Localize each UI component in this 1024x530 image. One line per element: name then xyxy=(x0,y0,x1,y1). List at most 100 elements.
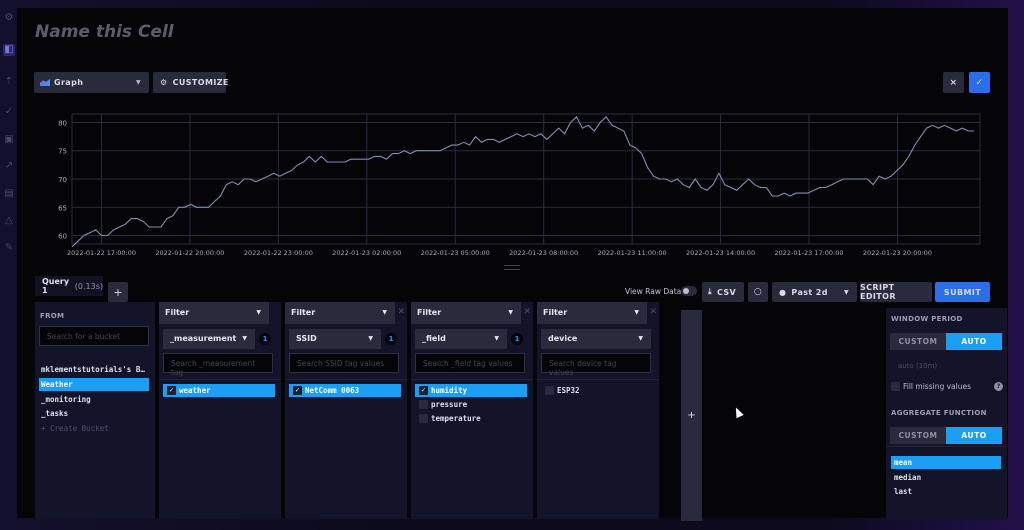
tag-value-item[interactable]: ESP32 xyxy=(541,384,653,397)
filter-key-dropdown[interactable]: device ▼ xyxy=(541,329,651,349)
selected-count-badge: 1 xyxy=(385,333,397,345)
tab-query-1[interactable]: Query 1 (0.13s) xyxy=(35,276,103,296)
tag-value-item[interactable]: temperature xyxy=(415,412,527,425)
filter-key-label: SSID xyxy=(296,334,317,343)
bucket-item-selected[interactable]: Weather xyxy=(39,378,149,391)
tag-search-input[interactable]: Search device tag values xyxy=(541,353,651,377)
remove-filter-icon[interactable]: ✕ xyxy=(649,307,657,317)
check-icon[interactable]: ✓ xyxy=(3,106,15,118)
resize-handle[interactable] xyxy=(504,265,520,270)
filter-key-dropdown[interactable]: SSID ▼ xyxy=(289,329,381,349)
fill-missing-checkbox[interactable] xyxy=(891,382,900,391)
add-query-button[interactable]: + xyxy=(108,282,128,302)
x-tick-label: 2022-01-23 08:00:00 xyxy=(509,249,578,257)
wrench-icon[interactable]: ✎ xyxy=(3,242,15,254)
divider xyxy=(537,379,659,380)
chevron-down-icon: ▼ xyxy=(135,79,141,86)
window-auto-button[interactable]: AUTO xyxy=(946,333,1002,350)
x-tick-label: 2022-01-23 20:00:00 xyxy=(863,249,932,257)
x-tick-label: 2022-01-23 17:00:00 xyxy=(774,249,843,257)
divider xyxy=(411,379,533,380)
cell-title[interactable]: Name this Cell xyxy=(35,22,174,42)
aggregate-auto-button[interactable]: AUTO xyxy=(946,427,1002,444)
plus-icon: + xyxy=(113,285,123,299)
divider xyxy=(886,446,1007,447)
tag-search-input[interactable]: Search _measurement tag xyxy=(163,353,273,377)
tag-value-item[interactable]: ✓ humidity xyxy=(415,384,527,397)
close-button[interactable]: × xyxy=(943,72,964,93)
aggregate-function-item[interactable]: last xyxy=(891,485,1001,498)
bucket-item[interactable]: _monitoring xyxy=(39,393,149,406)
help-icon[interactable]: ? xyxy=(994,382,1003,391)
filter-panel-field: Filter ▼ ✕ _field ▼ 1 Search _field tag va… xyxy=(411,302,533,519)
selected-count-badge: 1 xyxy=(511,333,523,345)
bucket-search-input[interactable]: Search for a bucket xyxy=(39,326,149,346)
tag-search-input[interactable]: Search SSID tag values xyxy=(289,353,399,373)
checkbox-checked-icon[interactable]: ✓ xyxy=(167,386,176,395)
tag-value-item[interactable]: ✓ weather xyxy=(163,384,275,397)
data-explorer-icon[interactable]: ◧ xyxy=(3,44,15,56)
refresh-button[interactable]: ○ xyxy=(748,282,768,302)
filter-function-dropdown[interactable]: Filter ▼ xyxy=(411,302,521,324)
filter-function-dropdown[interactable]: Filter ▼ xyxy=(537,302,647,324)
filter-key-label: device xyxy=(548,334,578,343)
tag-value-label: humidity xyxy=(431,386,468,395)
tag-value-label: NetComm 0063 xyxy=(305,386,360,395)
cell-editor-overlay: Name this Cell Graph ▼ ⚙ CUSTOMIZE × ✓ 6… xyxy=(17,8,1008,521)
chevron-down-icon: ▼ xyxy=(368,335,373,342)
submit-button[interactable]: SUBMIT xyxy=(935,282,990,302)
csv-download-button[interactable]: ⤓ CSV xyxy=(702,282,744,302)
y-tick-label: 75 xyxy=(58,148,67,156)
tag-value-label: ESP32 xyxy=(557,386,580,395)
filter-function-dropdown[interactable]: Filter ▼ xyxy=(285,302,395,324)
logo-icon[interactable]: ⚙ xyxy=(3,12,15,24)
left-nav-strip: ⚙ ◧ ⇡ ✓ ▣ ↗ ▤ △ ✎ xyxy=(0,0,18,530)
aggregate-function-item[interactable]: mean xyxy=(891,456,1001,469)
chart-icon[interactable]: ↗ xyxy=(3,160,15,172)
aggregate-function-item[interactable]: median xyxy=(891,471,1001,484)
download-icon: ⤓ xyxy=(708,287,712,296)
upload-icon[interactable]: ⇡ xyxy=(3,76,15,88)
tag-search-input[interactable]: Search _field tag values xyxy=(415,353,525,373)
filter-key-dropdown[interactable]: _measurement ▼ xyxy=(163,329,255,349)
checkbox-icon[interactable] xyxy=(419,414,428,423)
window-custom-button[interactable]: CUSTOM xyxy=(890,333,946,350)
view-raw-data-toggle[interactable] xyxy=(681,286,697,296)
checkbox-checked-icon[interactable]: ✓ xyxy=(419,386,428,395)
aggregate-custom-button[interactable]: CUSTOM xyxy=(890,427,946,444)
script-editor-label: SCRIPT EDITOR xyxy=(860,283,896,301)
notebook-icon[interactable]: ▤ xyxy=(3,188,15,200)
checkbox-icon[interactable] xyxy=(419,400,428,409)
tag-value-item[interactable]: ✓ NetComm 0063 xyxy=(289,384,401,397)
time-range-dropdown[interactable]: ● Past 2d ▼ xyxy=(772,282,857,302)
time-range-label: Past 2d xyxy=(791,287,828,297)
fill-missing-label: Fill missing values xyxy=(903,382,971,391)
checkbox-checked-icon[interactable]: ✓ xyxy=(293,386,302,395)
tag-value-item[interactable]: pressure xyxy=(415,398,527,411)
dashboard-icon[interactable]: ▣ xyxy=(3,134,15,146)
alert-icon[interactable]: △ xyxy=(3,215,15,227)
filter-key-dropdown[interactable]: _field ▼ xyxy=(415,329,507,349)
view-raw-data-label: View Raw Data xyxy=(625,287,682,296)
remove-filter-icon[interactable]: ✕ xyxy=(523,307,531,317)
script-editor-button[interactable]: SCRIPT EDITOR xyxy=(860,282,932,302)
remove-filter-icon[interactable]: ✕ xyxy=(397,307,405,317)
checkbox-icon[interactable] xyxy=(545,386,554,395)
create-bucket-link[interactable]: + Create Bucket xyxy=(39,422,149,435)
customize-button[interactable]: ⚙ CUSTOMIZE xyxy=(153,72,228,93)
tag-value-label: pressure xyxy=(431,400,468,409)
visualization-type-dropdown[interactable]: Graph ▼ xyxy=(34,72,149,93)
plus-icon: + xyxy=(687,410,696,421)
bucket-item[interactable]: _tasks xyxy=(39,407,149,420)
bucket-item[interactable]: mklementstutorials's B… xyxy=(39,363,149,376)
chevron-down-icon: ▼ xyxy=(242,335,247,342)
window-period-panel: WINDOW PERIOD CUSTOM AUTO auto (10m) Fil… xyxy=(886,308,1007,520)
x-tick-label: 2022-01-22 23:00:00 xyxy=(244,249,313,257)
filter-function-dropdown[interactable]: Filter ▼ xyxy=(159,302,269,324)
add-filter-button[interactable]: + xyxy=(681,310,702,521)
y-tick-label: 65 xyxy=(58,204,67,212)
y-tick-label: 80 xyxy=(58,119,67,127)
filter-panel-device: Filter ▼ ✕ device ▼ Search device tag valu… xyxy=(537,302,659,519)
save-cell-button[interactable]: ✓ xyxy=(969,72,990,93)
chevron-down-icon: ▼ xyxy=(494,335,499,342)
